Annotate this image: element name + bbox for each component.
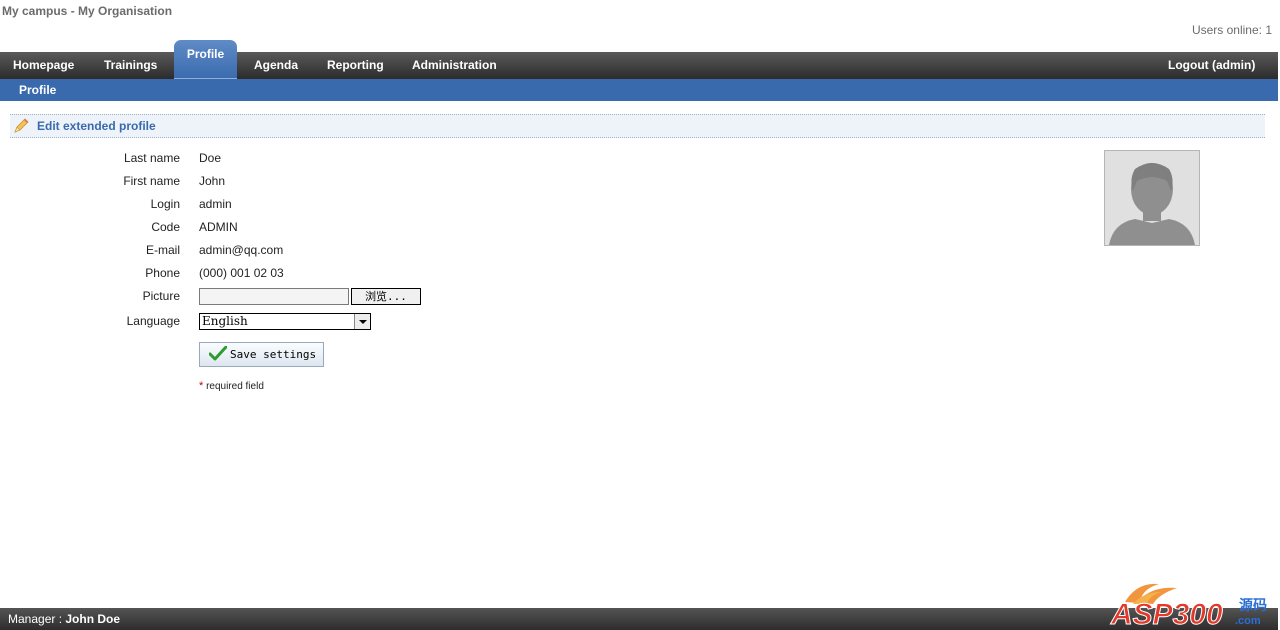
nav-item-profile[interactable]: Profile [174, 40, 237, 79]
last-name-value: Doe [199, 151, 222, 165]
nav-item-homepage[interactable]: Homepage [13, 52, 74, 79]
site-title: My campus - My Organisation [2, 4, 173, 18]
language-select[interactable]: English [199, 313, 371, 330]
avatar [1104, 150, 1200, 246]
asp300-watermark-logo: ASP300 源码 .com [1110, 583, 1267, 630]
chevron-down-icon[interactable] [354, 314, 370, 329]
svg-text:ASP300: ASP300 [1110, 598, 1223, 630]
save-settings-button[interactable]: Save settings [199, 342, 324, 367]
main-nav: Homepage Trainings Profile Agenda Report… [0, 40, 1278, 79]
code-label: Code [151, 220, 180, 234]
svg-text:.com: .com [1235, 615, 1261, 627]
footer-manager: Manager : John Doe [8, 608, 120, 630]
section-title: Edit extended profile [37, 119, 156, 133]
last-name-label: Last name [123, 151, 180, 165]
user-silhouette-icon [1105, 151, 1199, 245]
required-star: * [199, 380, 204, 392]
phone-label: Phone [145, 266, 180, 280]
svg-text:源码: 源码 [1239, 597, 1267, 614]
manager-label: Manager : [8, 612, 66, 626]
email-label: E-mail [145, 243, 180, 257]
nav-item-administration[interactable]: Administration [412, 52, 497, 79]
section-header: Edit extended profile [10, 114, 1265, 138]
manager-name: John Doe [65, 612, 121, 626]
sub-nav-item-profile[interactable]: Profile [19, 79, 56, 101]
nav-item-trainings[interactable]: Trainings [104, 52, 157, 79]
email-value: admin@qq.com [199, 243, 284, 257]
first-name-value: John [199, 174, 226, 188]
language-label: Language [126, 314, 180, 328]
login-label: Login [150, 197, 180, 211]
browse-button[interactable]: 浏览... [351, 288, 421, 305]
picture-label: Picture [142, 289, 180, 303]
language-selected-value: English [202, 314, 248, 328]
code-value: ADMIN [199, 220, 238, 234]
phone-value: (000) 001 02 03 [199, 266, 284, 280]
pencil-icon [14, 118, 29, 133]
sub-nav: Profile [0, 79, 1278, 101]
logout-link[interactable]: Logout (admin) [1168, 52, 1255, 79]
footer: Manager : John Doe [0, 608, 1278, 630]
nav-item-reporting[interactable]: Reporting [327, 52, 384, 79]
users-online: Users online: 1 [1191, 23, 1272, 37]
required-field-note: * required field [199, 380, 264, 392]
required-field-text: required field [206, 381, 264, 392]
checkmark-icon [209, 346, 227, 361]
login-value: admin [199, 197, 232, 211]
nav-item-agenda[interactable]: Agenda [254, 52, 298, 79]
picture-file-input[interactable] [199, 288, 349, 305]
first-name-label: First name [123, 174, 180, 188]
save-settings-label: Save settings [230, 348, 317, 361]
